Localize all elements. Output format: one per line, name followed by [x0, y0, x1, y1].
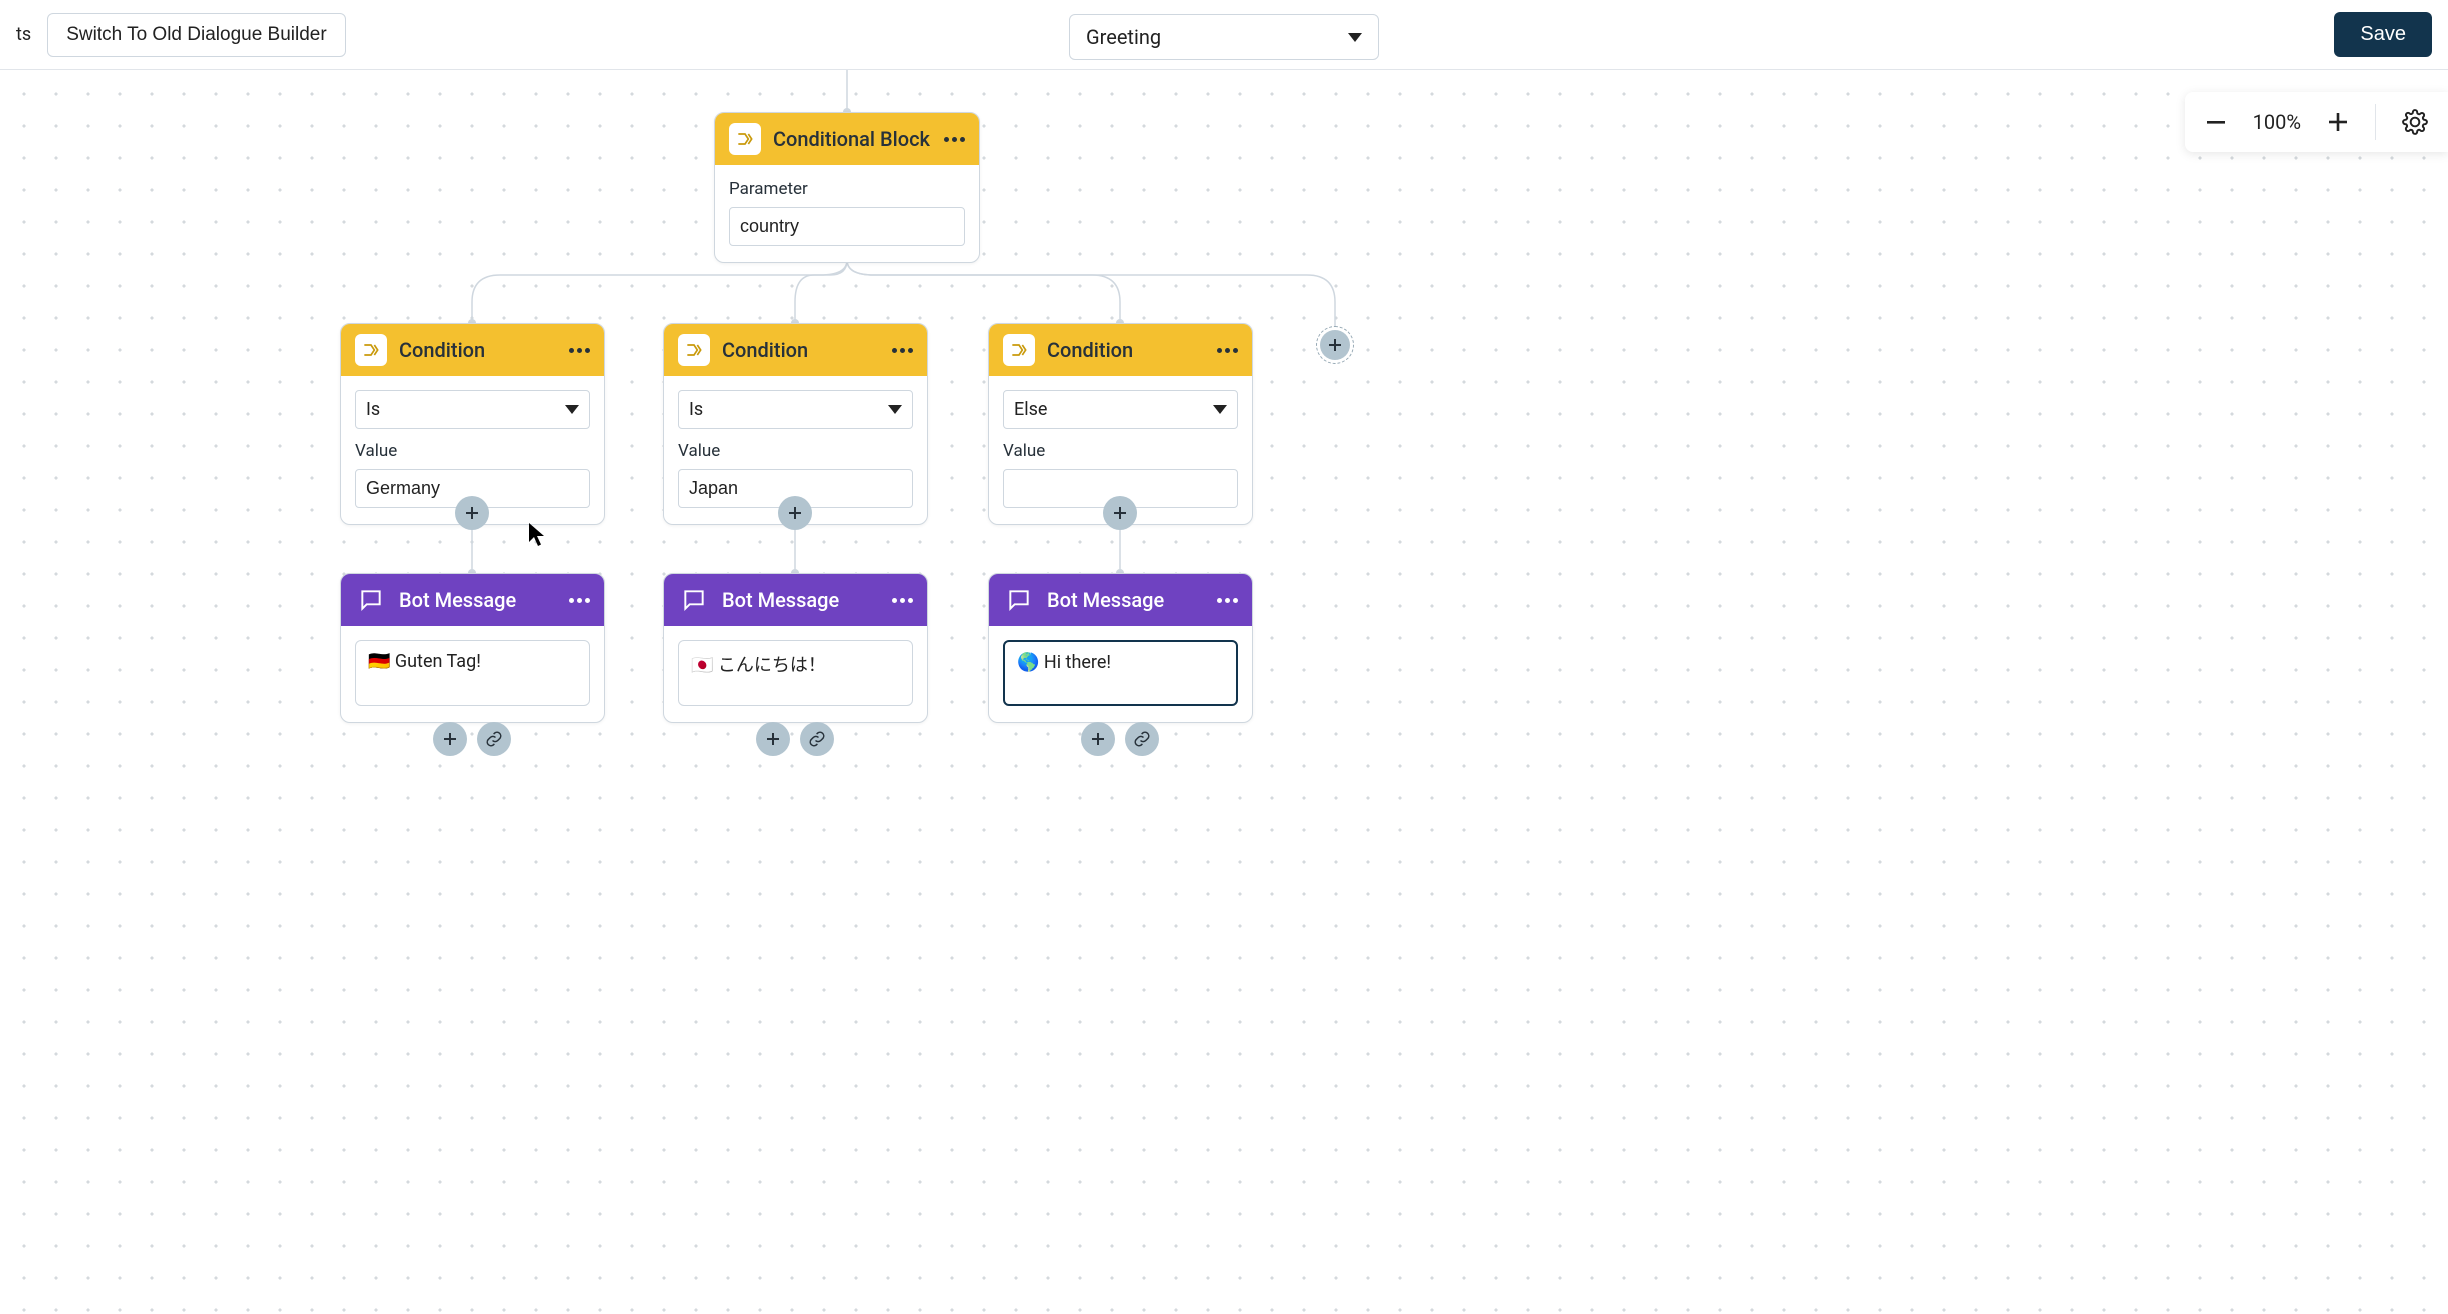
operator-label: Is	[689, 399, 703, 420]
node-title: Bot Message	[1047, 588, 1205, 612]
chat-icon	[678, 584, 710, 616]
conditional-block-node[interactable]: Conditional Block Parameter	[714, 112, 980, 263]
chat-icon	[355, 584, 387, 616]
zoom-panel: 100%	[2185, 92, 2448, 152]
node-header: Condition	[341, 324, 604, 376]
divider	[2375, 104, 2376, 140]
plus-icon	[1112, 505, 1128, 521]
add-node-below-2[interactable]	[756, 722, 790, 756]
dialogue-selector-wrap: Greeting	[1069, 14, 1379, 60]
operator-select[interactable]: Is	[355, 390, 590, 429]
value-label: Value	[1003, 441, 1238, 461]
dialogue-selected-label: Greeting	[1086, 25, 1161, 49]
node-more-button[interactable]	[892, 598, 913, 603]
plus-icon	[787, 505, 803, 521]
node-body: 🌎 Hi there!	[989, 626, 1252, 722]
add-node-button-3[interactable]	[1103, 496, 1137, 530]
plus-icon	[1327, 337, 1343, 353]
plus-icon	[765, 731, 781, 747]
node-title: Conditional Block	[773, 127, 932, 151]
switch-old-builder-button[interactable]: Switch To Old Dialogue Builder	[47, 13, 346, 57]
zoom-out-button[interactable]	[2205, 111, 2227, 133]
settings-button[interactable]	[2402, 109, 2428, 135]
link-icon	[808, 730, 826, 748]
chevron-down-icon	[565, 405, 579, 414]
conditional-icon	[1003, 334, 1035, 366]
node-body: 🇩🇪 Guten Tag!	[341, 626, 604, 722]
save-button[interactable]: Save	[2334, 12, 2432, 57]
conditional-icon	[729, 123, 761, 155]
zoom-level-label: 100%	[2253, 110, 2301, 134]
bot-message-input[interactable]: 🌎 Hi there!	[1003, 640, 1238, 706]
link-node-3[interactable]	[1125, 722, 1159, 756]
bot-message-node-3[interactable]: Bot Message 🌎 Hi there!	[988, 573, 1253, 723]
plus-icon	[464, 505, 480, 521]
node-more-button[interactable]	[569, 348, 590, 353]
node-body: Parameter	[715, 165, 979, 262]
add-branch-button[interactable]	[1316, 326, 1354, 364]
flow-canvas[interactable]: 100%	[0, 70, 2448, 1314]
minus-icon	[2205, 111, 2227, 133]
condition-node-2[interactable]: Condition Is Value	[663, 323, 928, 525]
chevron-down-icon	[888, 405, 902, 414]
bot-message-input[interactable]: 🇩🇪 Guten Tag!	[355, 640, 590, 706]
node-body: 🇯🇵 こんにちは！	[664, 626, 927, 722]
add-node-button-2[interactable]	[778, 496, 812, 530]
toolbar-left: ts Switch To Old Dialogue Builder	[16, 13, 346, 57]
node-more-button[interactable]	[569, 598, 590, 603]
node-title: Condition	[1047, 338, 1205, 362]
conditional-icon	[355, 334, 387, 366]
dialogue-select[interactable]: Greeting	[1069, 14, 1379, 60]
node-title: Bot Message	[399, 588, 557, 612]
operator-select[interactable]: Else	[1003, 390, 1238, 429]
value-label: Value	[355, 441, 590, 461]
toolbar: ts Switch To Old Dialogue Builder Greeti…	[0, 0, 2448, 70]
bot-message-node-1[interactable]: Bot Message 🇩🇪 Guten Tag!	[340, 573, 605, 723]
node-header: Conditional Block	[715, 113, 979, 165]
cursor-icon	[528, 522, 546, 548]
bot-message-input[interactable]: 🇯🇵 こんにちは！	[678, 640, 913, 706]
condition-node-1[interactable]: Condition Is Value	[340, 323, 605, 525]
bot-message-node-2[interactable]: Bot Message 🇯🇵 こんにちは！	[663, 573, 928, 723]
add-node-button-1[interactable]	[455, 496, 489, 530]
conditional-icon	[678, 334, 710, 366]
add-node-below-1[interactable]	[433, 722, 467, 756]
link-node-1[interactable]	[477, 722, 511, 756]
value-label: Value	[678, 441, 913, 461]
operator-select[interactable]: Is	[678, 390, 913, 429]
node-header: Bot Message	[341, 574, 604, 626]
toolbar-right: Save	[2334, 12, 2432, 57]
link-icon	[1133, 730, 1151, 748]
link-node-2[interactable]	[800, 722, 834, 756]
operator-label: Else	[1014, 399, 1047, 420]
node-more-button[interactable]	[944, 137, 965, 142]
zoom-in-button[interactable]	[2327, 111, 2349, 133]
node-title: Bot Message	[722, 588, 880, 612]
operator-label: Is	[366, 399, 380, 420]
node-header: Bot Message	[664, 574, 927, 626]
chevron-down-icon	[1213, 405, 1227, 414]
chat-icon	[1003, 584, 1035, 616]
node-more-button[interactable]	[1217, 348, 1238, 353]
parameter-label: Parameter	[729, 179, 965, 199]
chevron-down-icon	[1348, 33, 1362, 42]
node-header: Bot Message	[989, 574, 1252, 626]
node-header: Condition	[989, 324, 1252, 376]
link-icon	[485, 730, 503, 748]
node-title: Condition	[399, 338, 557, 362]
condition-node-3[interactable]: Condition Else Value	[988, 323, 1253, 525]
plus-icon	[1090, 731, 1106, 747]
gear-icon	[2402, 109, 2428, 135]
truncated-nav-label: ts	[16, 24, 31, 45]
plus-icon	[442, 731, 458, 747]
parameter-input[interactable]	[729, 207, 965, 246]
plus-icon	[2327, 111, 2349, 133]
node-more-button[interactable]	[892, 348, 913, 353]
node-title: Condition	[722, 338, 880, 362]
node-more-button[interactable]	[1217, 598, 1238, 603]
add-node-below-3[interactable]	[1081, 722, 1115, 756]
node-header: Condition	[664, 324, 927, 376]
